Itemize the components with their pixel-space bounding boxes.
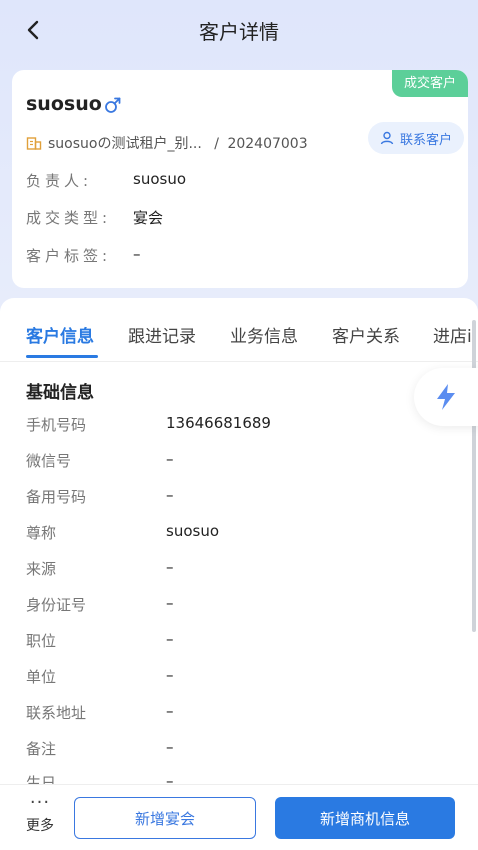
field-label-title: 尊称 bbox=[26, 524, 57, 542]
field-value-address: – bbox=[166, 702, 174, 720]
more-dots-icon: ··· bbox=[29, 792, 51, 813]
detail-content: 客户信息 跟进记录 业务信息 客户关系 进店i 基础信息 手机号码 136466… bbox=[0, 298, 478, 788]
tab-customer-info[interactable]: 客户信息 bbox=[26, 322, 94, 347]
tab-store-visits[interactable]: 进店i bbox=[433, 322, 472, 347]
customer-card: 成交客户 suosuo suosuoの测试租户_别... / 202407003… bbox=[12, 70, 468, 288]
field-value-company: – bbox=[166, 666, 174, 684]
quick-action-button[interactable] bbox=[414, 368, 478, 426]
person-icon bbox=[380, 131, 394, 145]
owner-label: 负责人: bbox=[26, 172, 93, 190]
scrollbar[interactable] bbox=[472, 320, 476, 632]
field-value-remark: – bbox=[166, 738, 174, 756]
field-label-remark: 备注 bbox=[26, 740, 57, 758]
bottom-action-bar: ··· 更多 新增宴会 新增商机信息 bbox=[0, 784, 478, 850]
add-banquet-button[interactable]: 新增宴会 bbox=[74, 797, 256, 839]
deal-type-label: 成交类型: bbox=[26, 209, 112, 227]
shop-info: suosuoの测试租户_别... / 202407003 bbox=[48, 133, 308, 153]
shop-separator: / bbox=[214, 136, 219, 152]
customer-name: suosuo bbox=[26, 93, 102, 115]
owner-value: suosuo bbox=[133, 170, 186, 188]
customer-tag-label: 客户标签: bbox=[26, 247, 112, 265]
field-value-position: – bbox=[166, 630, 174, 648]
page-title: 客户详情 bbox=[199, 20, 279, 44]
field-label-source: 来源 bbox=[26, 560, 57, 578]
shop-icon bbox=[26, 137, 42, 150]
more-label: 更多 bbox=[26, 818, 54, 834]
contact-customer-button[interactable]: 联系客户 bbox=[368, 122, 464, 154]
tab-business-info[interactable]: 业务信息 bbox=[230, 322, 298, 347]
status-badge: 成交客户 bbox=[392, 70, 468, 97]
field-label-phone: 手机号码 bbox=[26, 416, 87, 434]
field-value-source: – bbox=[166, 558, 174, 576]
tab-customer-relations[interactable]: 客户关系 bbox=[332, 322, 400, 347]
section-title: 基础信息 bbox=[26, 383, 94, 403]
male-icon bbox=[105, 97, 121, 113]
field-label-backup-phone: 备用号码 bbox=[26, 488, 87, 506]
field-value-wechat: – bbox=[166, 450, 174, 468]
contact-customer-label: 联系客户 bbox=[399, 132, 452, 148]
more-button[interactable]: ··· 更多 bbox=[20, 792, 60, 835]
shop-code: 202407003 bbox=[227, 136, 308, 152]
active-tab-indicator bbox=[26, 355, 98, 358]
field-value-phone: 13646681689 bbox=[166, 414, 271, 432]
field-value-backup-phone: – bbox=[166, 486, 174, 504]
field-value-id-number: – bbox=[166, 594, 174, 612]
shop-name: suosuoの测试租户_别... bbox=[48, 136, 202, 152]
add-opportunity-button[interactable]: 新增商机信息 bbox=[275, 797, 455, 839]
field-label-position: 职位 bbox=[26, 632, 57, 650]
top-bar: 客户详情 bbox=[0, 0, 478, 60]
tab-bar: 客户信息 跟进记录 业务信息 客户关系 进店i bbox=[0, 298, 478, 362]
tab-follow-up[interactable]: 跟进记录 bbox=[128, 322, 196, 347]
lightning-icon bbox=[437, 384, 455, 410]
field-value-title: suosuo bbox=[166, 522, 219, 540]
field-label-wechat: 微信号 bbox=[26, 452, 72, 470]
field-label-company: 单位 bbox=[26, 668, 57, 686]
deal-type-value: 宴会 bbox=[133, 209, 164, 227]
field-label-id-number: 身份证号 bbox=[26, 596, 87, 614]
customer-tag-value: – bbox=[133, 245, 141, 263]
field-label-address: 联系地址 bbox=[26, 704, 87, 722]
